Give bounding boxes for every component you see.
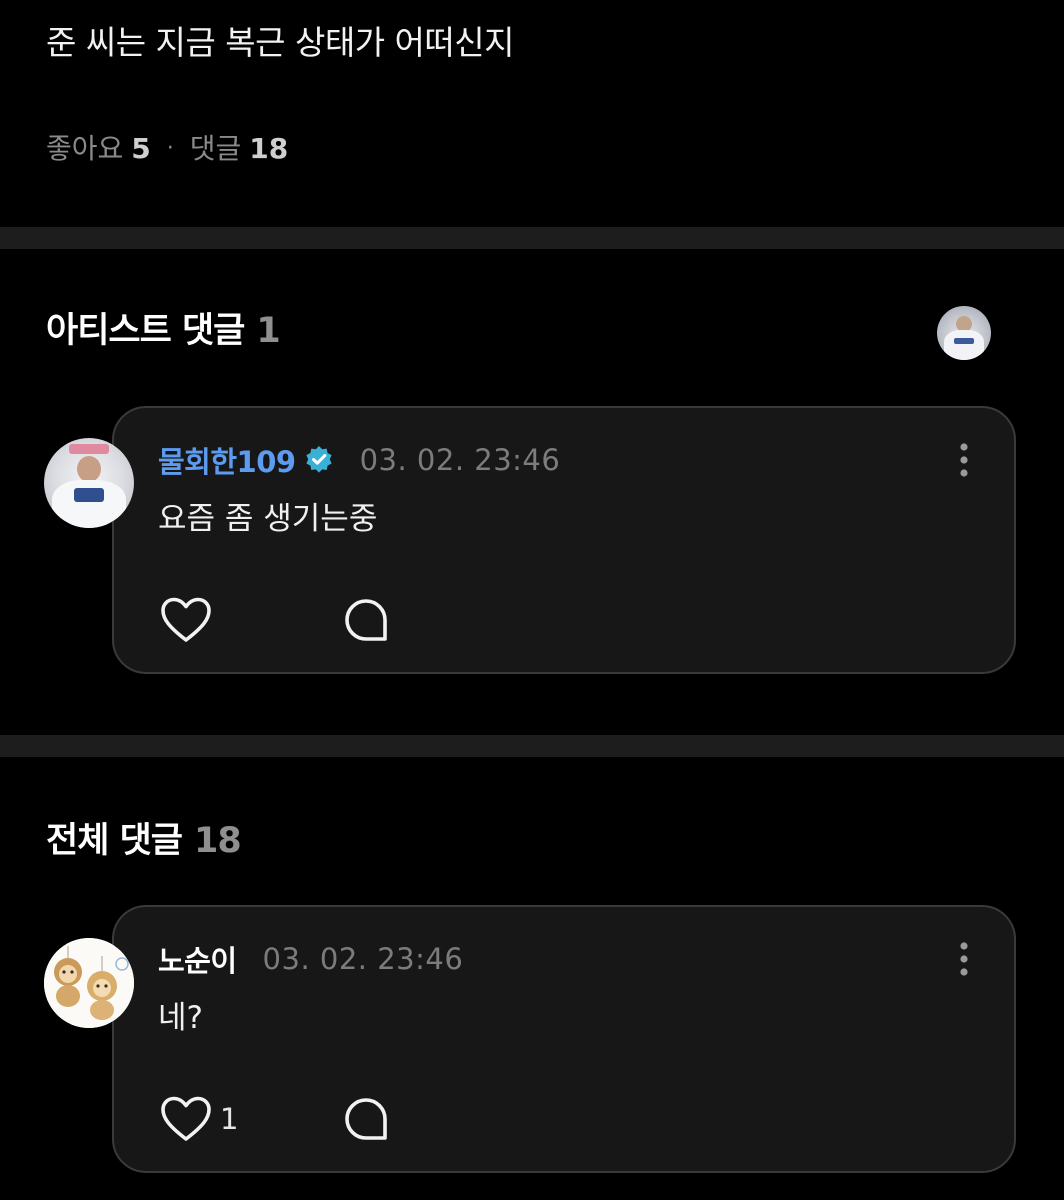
speech-bubble-icon[interactable]: [342, 1095, 390, 1143]
post-stats: 좋아요 5 · 댓글 18: [46, 128, 288, 170]
comment-actions: [160, 596, 387, 644]
comment-card: 노순이 03. 02. 23:46 네? 1: [112, 905, 1016, 1173]
comment-actions: 1: [160, 1095, 387, 1143]
comment-username[interactable]: 노순이: [158, 938, 237, 980]
comment-username[interactable]: 물회한109: [158, 439, 296, 481]
comment-text: 네?: [158, 1000, 203, 1036]
artist-comments-label: 아티스트 댓글: [46, 311, 245, 351]
all-comments-label: 전체 댓글: [46, 821, 183, 861]
more-vertical-icon[interactable]: [958, 941, 970, 977]
speech-bubble-icon[interactable]: [342, 596, 390, 644]
user-comment-avatar[interactable]: [44, 938, 134, 1028]
artist-comments-title: 아티스트 댓글 1: [46, 306, 281, 356]
post-title: 준 씨는 지금 복근 상태가 어떠신지: [46, 23, 515, 62]
artist-comments-count: 1: [256, 311, 280, 351]
likes-count: 5: [131, 132, 151, 165]
more-vertical-icon[interactable]: [958, 442, 970, 478]
heart-icon[interactable]: [160, 1095, 212, 1143]
heart-icon[interactable]: [160, 596, 212, 644]
section-divider: [0, 227, 1064, 249]
comment-timestamp: 03. 02. 23:46: [262, 942, 464, 976]
comments-label: 댓글: [189, 132, 242, 165]
verified-badge-icon: [304, 445, 334, 475]
artist-comment-card: 물회한109 03. 02. 23:46 요즘 좀 생기는중: [112, 406, 1016, 674]
comments-count: 18: [249, 132, 289, 165]
stats-separator: ·: [166, 136, 174, 161]
monkey-keychain-icon: [44, 938, 134, 1028]
section-divider: [0, 735, 1064, 757]
comment-timestamp: 03. 02. 23:46: [359, 443, 561, 477]
comment-header: 노순이 03. 02. 23:46: [158, 939, 463, 979]
artist-comment-avatar[interactable]: [44, 438, 134, 528]
like-count: 1: [220, 1102, 239, 1136]
artist-avatar-thumbnail[interactable]: [937, 306, 991, 360]
all-comments-count: 18: [194, 821, 242, 861]
likes-label: 좋아요: [46, 132, 124, 165]
comment-header: 물회한109 03. 02. 23:46: [158, 440, 560, 480]
all-comments-title: 전체 댓글 18: [46, 816, 242, 866]
comment-text: 요즘 좀 생기는중: [158, 501, 378, 537]
